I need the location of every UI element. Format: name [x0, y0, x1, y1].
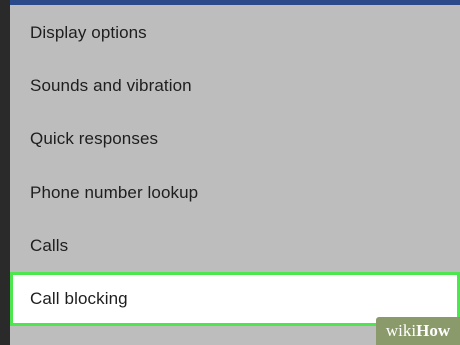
settings-menu-list: Display options Sounds and vibration Qui…: [10, 6, 460, 326]
menu-item-display-options[interactable]: Display options: [10, 6, 460, 59]
menu-item-phone-number-lookup[interactable]: Phone number lookup: [10, 166, 460, 219]
menu-item-calls[interactable]: Calls: [10, 219, 460, 272]
menu-item-label: Sounds and vibration: [30, 75, 192, 95]
app-bar-edge: [10, 0, 460, 5]
menu-item-label: Phone number lookup: [30, 182, 199, 202]
watermark-wiki: wiki: [385, 321, 417, 340]
settings-screen: Display options Sounds and vibration Qui…: [10, 0, 460, 345]
menu-item-label: Call blocking: [30, 289, 128, 309]
menu-item-label: Calls: [30, 235, 69, 255]
menu-item-label: Quick responses: [30, 129, 159, 149]
menu-item-label: Display options: [30, 22, 147, 42]
menu-item-sounds-and-vibration[interactable]: Sounds and vibration: [10, 59, 460, 112]
wikihow-watermark: wiki How: [376, 317, 460, 345]
menu-item-quick-responses[interactable]: Quick responses: [10, 113, 460, 166]
watermark-how: How: [416, 321, 451, 340]
